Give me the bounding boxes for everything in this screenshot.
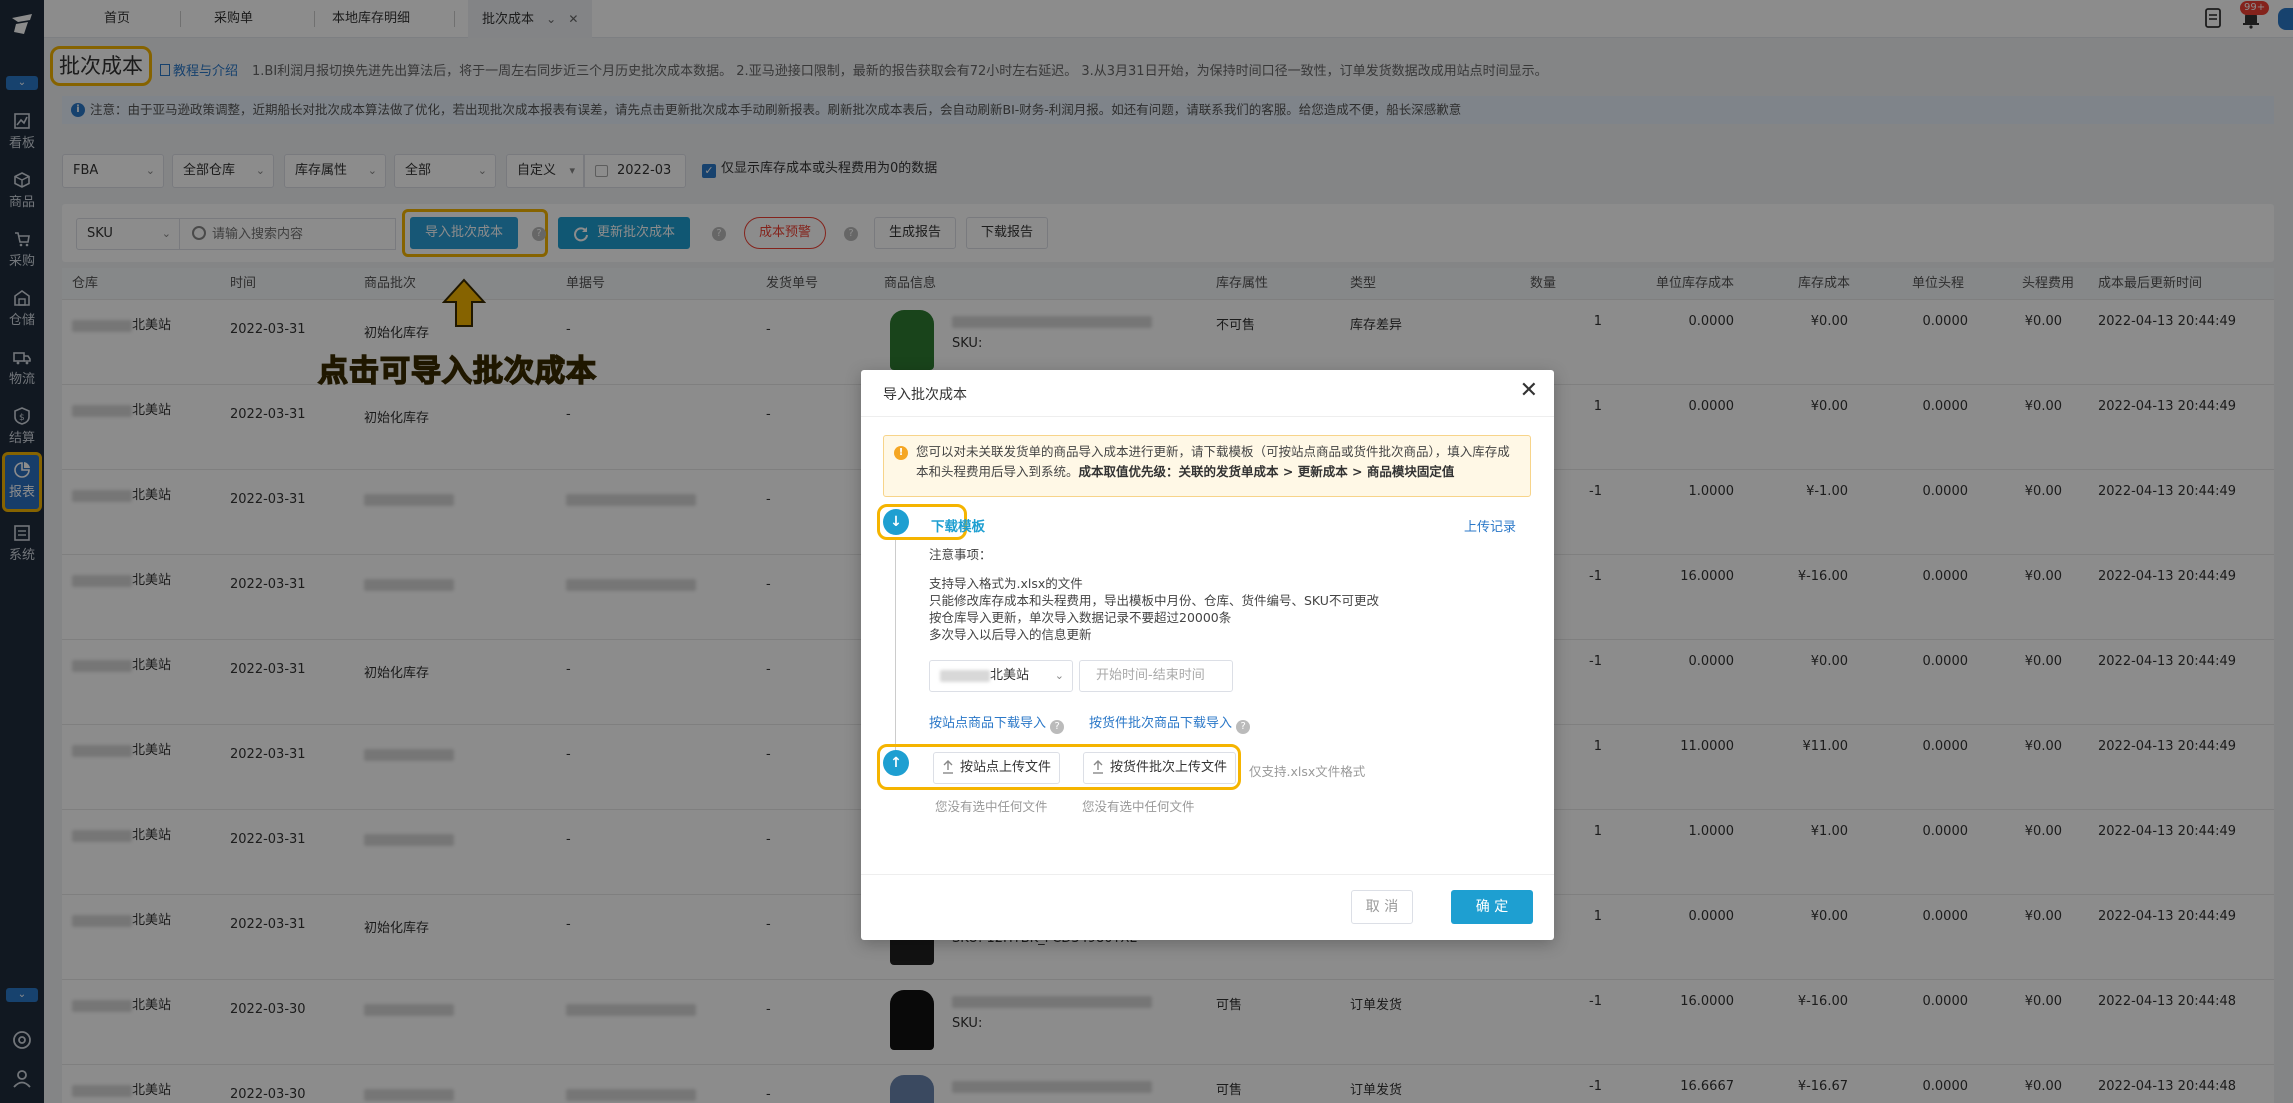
modal-title: 导入批次成本 xyxy=(883,387,967,403)
warning-icon: ! xyxy=(894,446,908,460)
download-step-icon: ↓ xyxy=(883,509,909,535)
step-connector xyxy=(895,540,896,775)
upload-icon xyxy=(943,760,953,774)
date-range-input[interactable]: 开始时间-结束时间 xyxy=(1079,660,1233,692)
import-modal: 导入批次成本 ✕ ! 您可以对未关联发货单的商品导入成本进行更新，请下载模板（可… xyxy=(861,370,1554,940)
upload-by-station-button[interactable]: 按站点上传文件 xyxy=(933,752,1061,784)
note-item: 支持导入格式为.xlsx的文件 xyxy=(929,576,1083,591)
close-icon[interactable]: ✕ xyxy=(1520,380,1538,402)
upload-step-icon: ↑ xyxy=(883,750,909,776)
button-label: 按站点上传文件 xyxy=(960,760,1052,775)
upload-record-link[interactable]: 上传记录 xyxy=(1464,516,1516,535)
note-item: 按仓库导入更新，单次导入数据记录不要超过20000条 xyxy=(929,610,1232,625)
help-icon[interactable]: ? xyxy=(1236,720,1251,734)
warning-priority: 成本取值优先级：关联的发货单成本 > 更新成本 > 商品模块固定值 xyxy=(1078,464,1455,479)
no-file-text: 您没有选中任何文件 xyxy=(935,799,1048,814)
upload-by-shipment-button[interactable]: 按货件批次上传文件 xyxy=(1083,752,1237,784)
button-label: 按货件批次上传文件 xyxy=(1110,760,1228,775)
download-by-station-link[interactable]: 按站点商品下载导入 ? xyxy=(929,712,1065,734)
station-select[interactable]: 北美站 ⌄ xyxy=(929,660,1073,692)
divider xyxy=(861,416,1554,417)
upload-format-hint: 仅支持.xlsx文件格式 xyxy=(1249,764,1366,779)
download-by-shipment-link[interactable]: 按货件批次商品下载导入 ? xyxy=(1089,712,1251,734)
cancel-button[interactable]: 取 消 xyxy=(1351,890,1413,924)
notes: 注意事项： 支持导入格式为.xlsx的文件 只能修改库存成本和头程费用，导出模板… xyxy=(929,546,1379,643)
notes-title: 注意事项： xyxy=(929,547,992,562)
chevron-down-icon: ⌄ xyxy=(1054,669,1064,682)
link-label: 按货件批次商品下载导入 xyxy=(1089,716,1233,731)
select-value: 北美站 xyxy=(990,668,1030,683)
redacted-text xyxy=(940,669,990,682)
help-icon[interactable]: ? xyxy=(1050,720,1065,734)
upload-icon xyxy=(1093,760,1103,774)
divider xyxy=(861,874,1554,875)
note-item: 多次导入以后导入的信息更新 xyxy=(929,627,1092,642)
warning-box: ! 您可以对未关联发货单的商品导入成本进行更新，请下载模板（可按站点商品或货件批… xyxy=(883,435,1531,497)
download-template-title: 下载模板 xyxy=(931,519,985,535)
note-item: 只能修改库存成本和头程费用，导出模板中月份、仓库、货件编号、SKU不可更改 xyxy=(929,593,1379,608)
link-label: 按站点商品下载导入 xyxy=(929,716,1047,731)
no-file-text: 您没有选中任何文件 xyxy=(1082,799,1195,814)
confirm-button[interactable]: 确 定 xyxy=(1451,890,1533,924)
